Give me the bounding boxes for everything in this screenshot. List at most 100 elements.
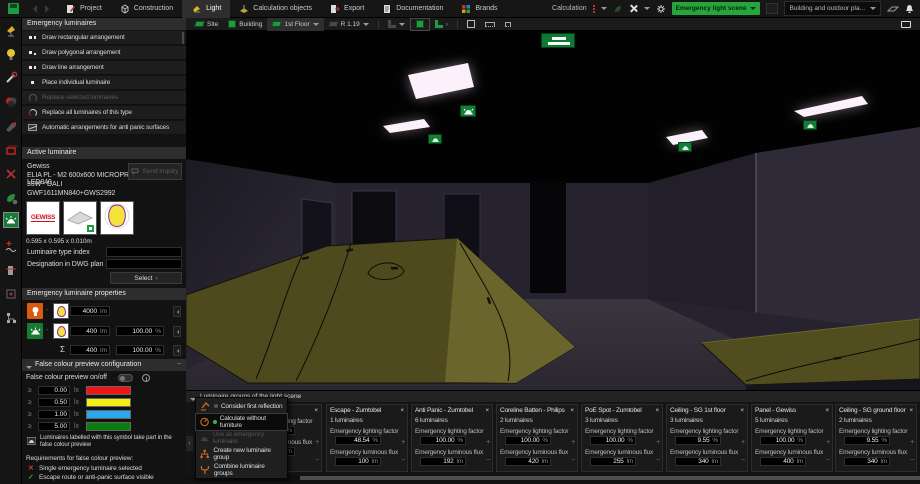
factor-input[interactable]: 9.55%: [844, 436, 890, 445]
close-group-button[interactable]: ×: [400, 407, 404, 414]
flux-decrease-button[interactable]: −: [826, 457, 830, 464]
sum-row-stepper[interactable]: [173, 345, 181, 356]
groups-scrollbar[interactable]: [186, 475, 920, 481]
dwg-input[interactable]: [106, 259, 182, 269]
3d-viewport[interactable]: [186, 31, 920, 390]
info-icon[interactable]: [142, 374, 150, 382]
flux-increase-button[interactable]: +: [656, 439, 660, 446]
group-card[interactable]: Panel - Gewiss× 5 luminaires Emergency l…: [751, 404, 833, 472]
dimension-button[interactable]: [500, 18, 516, 31]
tab-brands[interactable]: Brands: [452, 0, 506, 18]
flux-decrease-button[interactable]: −: [910, 457, 914, 464]
menu-calculate-without-furniture[interactable]: Calculate without furniture: [196, 414, 287, 430]
close-group-button[interactable]: ×: [570, 407, 574, 414]
emergency-row-stepper[interactable]: [173, 326, 181, 337]
group-card[interactable]: Escape - Zumtobel× 1 luminaires Emergenc…: [326, 404, 408, 472]
tab-construction[interactable]: Construction: [111, 0, 182, 18]
flux-input[interactable]: 420lm: [505, 457, 551, 466]
flux-input[interactable]: 340lm: [675, 457, 721, 466]
energy-leaf-icon[interactable]: [3, 190, 19, 206]
scene-extra-button[interactable]: [766, 3, 778, 14]
flux-increase-button[interactable]: +: [826, 439, 830, 446]
close-group-button[interactable]: ×: [655, 407, 659, 414]
room-icon[interactable]: [3, 142, 19, 158]
group-card[interactable]: Ceiling - SG ground floor× 2 luminaires …: [835, 404, 917, 472]
menu-create-new-luminaire-group[interactable]: Create new luminaire group: [196, 446, 287, 462]
mains-flux-input[interactable]: 4000lm: [70, 306, 110, 316]
undo-icon[interactable]: [29, 5, 37, 13]
tab-light[interactable]: Light: [182, 0, 230, 18]
factor-input[interactable]: 100.00%: [420, 436, 466, 445]
close-group-button[interactable]: ×: [740, 407, 744, 414]
flux-decrease-button[interactable]: −: [486, 457, 490, 464]
type-index-input[interactable]: [106, 247, 182, 257]
corner-view-button[interactable]: ›: [430, 18, 453, 31]
lamp-tool-icon[interactable]: [3, 70, 19, 86]
flux-decrease-button[interactable]: −: [315, 457, 319, 464]
flux-increase-button[interactable]: +: [486, 439, 490, 446]
tool-replace-all[interactable]: Replace all luminaires of this type: [22, 106, 186, 120]
mains-polar-thumbnail[interactable]: [53, 303, 69, 319]
luminaire-photo-thumbnail[interactable]: [63, 201, 97, 235]
projector-icon[interactable]: [3, 118, 19, 134]
group-card[interactable]: Anti Panic - Zumtobel× 6 luminaires Emer…: [411, 404, 493, 472]
room-selector[interactable]: R 1.19: [324, 18, 374, 31]
close-group-button[interactable]: ×: [314, 407, 318, 414]
menu-consider-first-reflection[interactable]: Consider first reflection: [196, 398, 287, 414]
factor-input[interactable]: 48.54%: [335, 436, 381, 445]
flux-input[interactable]: 400lm: [760, 457, 806, 466]
emergency-luminaires-icon[interactable]: [3, 212, 19, 228]
mains-row-stepper[interactable]: [173, 306, 181, 317]
tab-calculation-objects[interactable]: Calculation objects: [230, 0, 321, 18]
threshold-input-3[interactable]: 5.00: [38, 422, 70, 431]
flux-increase-button[interactable]: +: [315, 439, 319, 446]
flux-decrease-button[interactable]: −: [656, 457, 660, 464]
desk-lamp-icon[interactable]: [3, 22, 19, 38]
luminaire-badge[interactable]: [428, 134, 442, 144]
group-card[interactable]: Coreline Batten - Philips× 2 luminaires …: [496, 404, 578, 472]
threshold-input-2[interactable]: 1.00: [38, 410, 70, 419]
sum-flux-input[interactable]: 400lm: [70, 345, 110, 355]
emergency-factor-input[interactable]: 100.00%: [116, 326, 164, 336]
close-group-button[interactable]: ×: [485, 407, 489, 414]
group-card[interactable]: Ceiling - SG 1st floor× 3 luminaires Eme…: [666, 404, 748, 472]
group-card[interactable]: PoE Spot - Zumtobel× 3 luminaires Emerge…: [581, 404, 663, 472]
select-luminaire-button[interactable]: Select ›: [110, 272, 182, 284]
measure-button[interactable]: [480, 18, 500, 31]
light-scene-selector[interactable]: Emergency light scene: [672, 2, 761, 15]
tool-place-individual[interactable]: Place individual luminaire: [22, 76, 186, 90]
mains-bulb-icon[interactable]: [27, 303, 43, 319]
flux-decrease-button[interactable]: −: [571, 457, 575, 464]
scrollbar-thumb[interactable]: [300, 476, 920, 480]
tool-draw-polygonal[interactable]: Draw polygonal arrangement: [22, 46, 186, 60]
solid-view-button[interactable]: [410, 18, 430, 31]
threshold-input-1[interactable]: 0.50: [38, 398, 70, 407]
tab-export[interactable]: Export: [321, 0, 373, 18]
flux-increase-button[interactable]: +: [741, 439, 745, 446]
hierarchy-icon[interactable]: [3, 310, 19, 326]
close-group-button[interactable]: ×: [909, 407, 913, 414]
display-button[interactable]: [896, 18, 916, 31]
surface-icon[interactable]: [887, 5, 899, 13]
send-inquiry-button[interactable]: Send inquiry: [128, 163, 182, 180]
mode-selector[interactable]: Building and outdoor pla...: [784, 1, 881, 16]
cancel-dropdown-caret[interactable]: [644, 7, 650, 13]
flux-input[interactable]: 255lm: [590, 457, 636, 466]
close-group-button[interactable]: ×: [825, 407, 829, 414]
tab-documentation[interactable]: Documentation: [373, 0, 452, 18]
calculation-progress-icon[interactable]: [593, 5, 595, 13]
flux-decrease-button[interactable]: −: [741, 457, 745, 464]
column-icon[interactable]: [3, 262, 19, 278]
save-icon[interactable]: [8, 3, 19, 14]
polar-diagram-thumbnail[interactable]: [100, 201, 134, 235]
focus-frame-button[interactable]: [462, 18, 480, 31]
colour-filter-icon[interactable]: [3, 94, 19, 110]
site-button[interactable]: Site: [190, 18, 223, 31]
flux-decrease-button[interactable]: −: [401, 457, 405, 464]
notifications-bell-icon[interactable]: [905, 4, 914, 14]
settings-gear-icon[interactable]: [656, 4, 666, 14]
tab-project[interactable]: Project: [57, 0, 111, 18]
luminaire-badge[interactable]: [460, 105, 476, 117]
bulb-icon[interactable]: [3, 46, 19, 62]
flux-increase-button[interactable]: +: [401, 439, 405, 446]
